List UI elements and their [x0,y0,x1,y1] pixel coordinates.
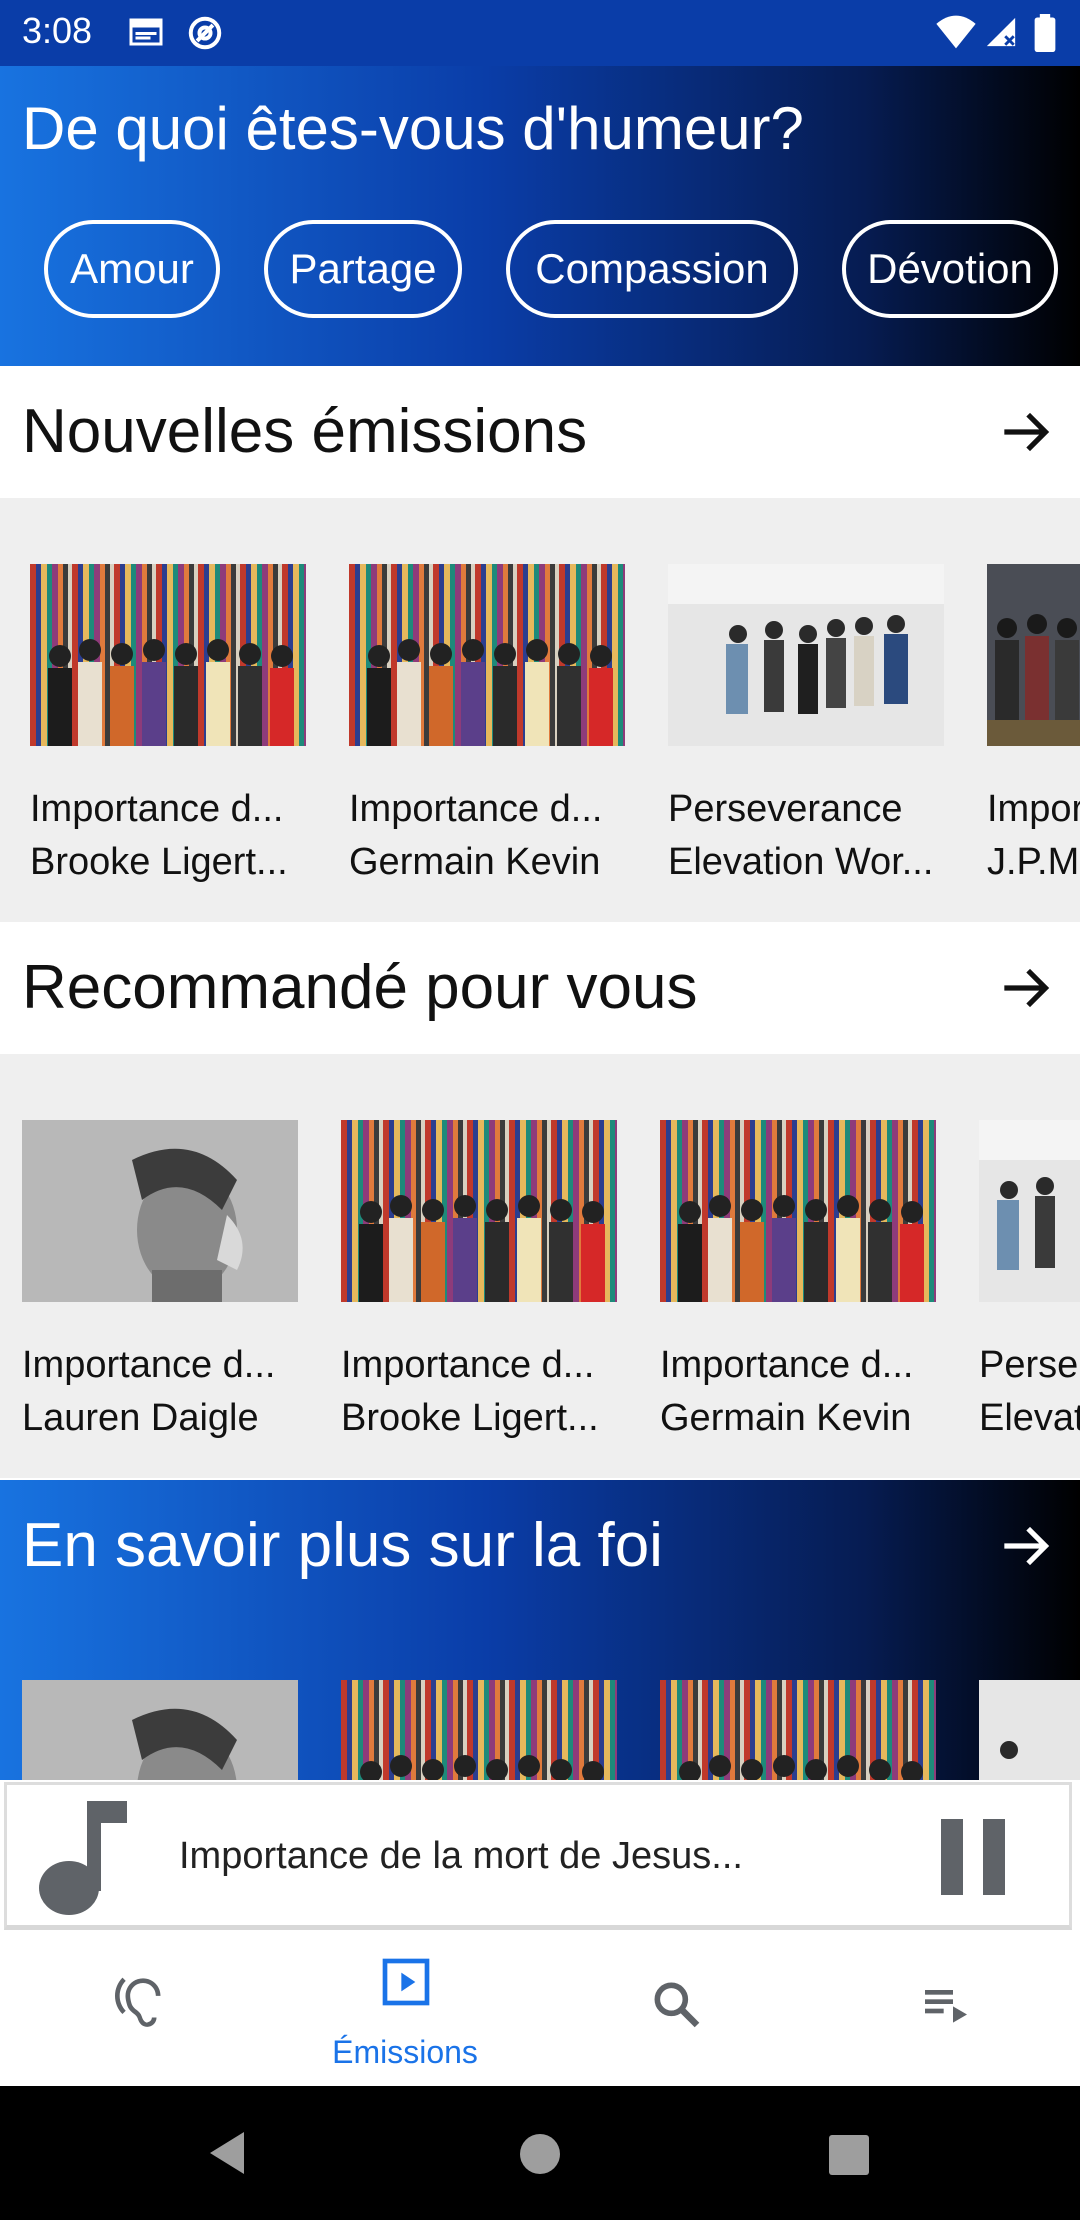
show-thumbnail [22,1120,298,1302]
home-icon[interactable] [518,2132,562,2176]
chip-devotion[interactable]: Dévotion [842,220,1058,318]
signal-icon [986,17,1016,47]
faith-thumbnail[interactable] [341,1680,617,1780]
faith-section: En savoir plus sur la foi [0,1480,1080,1780]
show-thumbnail [349,564,625,746]
show-title: Importance d... [22,1344,276,1386]
music-note-icon [39,1801,127,1915]
section-title: Recommandé pour vous [22,953,698,1022]
arrow-right-icon[interactable] [1000,1520,1052,1572]
show-title: Importance d... [349,788,603,830]
battery-icon [1034,14,1056,52]
arrow-right-icon[interactable] [1000,962,1052,1014]
section-recommended-row: Importance d... Lauren Daigle Importance… [0,1054,1080,1478]
arrow-right-icon[interactable] [1000,406,1052,458]
show-title: Impor [987,788,1080,830]
nav-emissions[interactable]: Émissions [270,1934,540,2086]
show-thumbnail [979,1120,1080,1302]
chip-compassion[interactable]: Compassion [506,220,798,318]
show-title: Importance d... [341,1344,595,1386]
mood-title: De quoi êtes-vous d'humeur? [22,95,804,162]
recents-icon[interactable] [828,2134,870,2176]
wifi-icon [936,15,976,49]
chip-amour[interactable]: Amour [44,220,220,318]
chip-partage[interactable]: Partage [264,220,462,318]
faith-thumbnail[interactable] [979,1680,1080,1780]
pause-button[interactable] [937,1817,1009,1897]
show-artist: Germain Kevin [349,841,601,883]
status-bar: 3:08 [0,0,1080,66]
ear-icon [115,1977,161,2027]
show-artist: Brooke Ligert... [341,1397,599,1439]
show-artist: Lauren Daigle [22,1397,259,1439]
show-title: Importance d... [660,1344,914,1386]
system-navigation [0,2086,1080,2220]
queue-icon [925,1990,967,2023]
section-new-shows-row: Importance d... Brooke Ligert... Importa… [0,498,1080,922]
section-title: En savoir plus sur la foi [22,1511,663,1580]
nav-search[interactable] [540,1934,810,2086]
at-sign-icon [188,16,222,50]
show-thumbnail [660,1120,936,1302]
show-thumbnail [668,564,944,746]
show-thumbnail [987,564,1080,746]
show-artist: J.P.M [987,841,1080,883]
mini-player[interactable]: Importance de la mort de Jesus... [4,1782,1072,1930]
nav-listen[interactable] [0,1934,270,2086]
mood-banner: De quoi êtes-vous d'humeur? Amour Partag… [0,66,1080,366]
back-icon[interactable] [204,2128,250,2178]
search-icon [654,1982,700,2028]
play-box-icon [382,1958,430,2006]
show-title: Perseverance [668,788,903,830]
faith-thumbnail[interactable] [22,1680,298,1780]
section-recommended-header: Recommandé pour vous [0,922,1080,1054]
show-artist: Germain Kevin [660,1397,912,1439]
bottom-navigation: Émissions [0,1934,1080,2086]
status-time: 3:08 [22,10,93,51]
show-artist: Elevation Wor... [668,841,934,883]
calendar-icon [129,18,163,46]
section-title: Nouvelles émissions [22,397,588,466]
show-artist: Elevat [979,1397,1080,1439]
nav-queue[interactable] [810,1934,1080,2086]
show-thumbnail [341,1120,617,1302]
nav-label: Émissions [332,2034,478,2070]
show-title: Perse [979,1344,1079,1386]
player-track-title: Importance de la mort de Jesus... [179,1835,743,1877]
faith-thumbnail[interactable] [660,1680,936,1780]
section-new-shows-header: Nouvelles émissions [0,366,1080,498]
show-title: Importance d... [30,788,284,830]
show-thumbnail [30,564,306,746]
show-artist: Brooke Ligert... [30,841,288,883]
